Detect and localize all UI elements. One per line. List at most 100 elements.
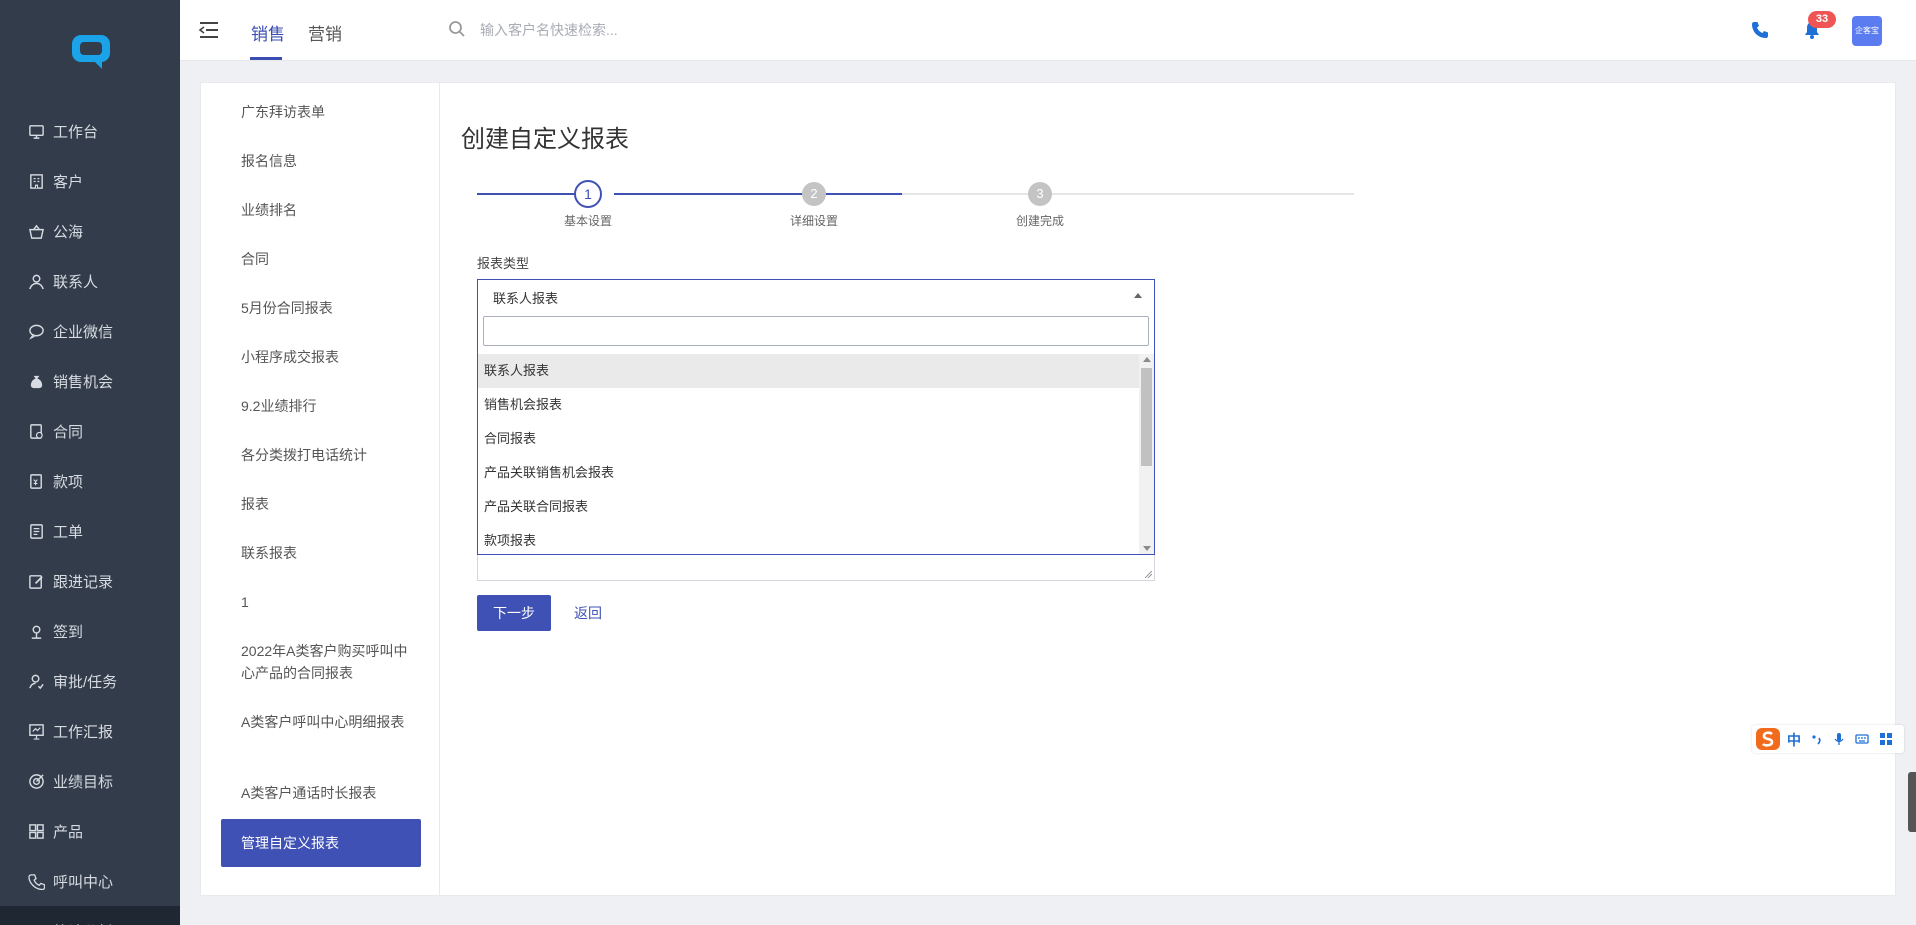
sidebar-item[interactable]: 工作台: [0, 106, 180, 156]
dropdown-option[interactable]: 产品关联合同报表: [478, 490, 1139, 524]
person-icon: [27, 272, 45, 290]
scroll-up-icon[interactable]: [1143, 357, 1151, 362]
chat-icon: [27, 322, 45, 340]
edit-icon: [27, 572, 45, 590]
sidebar-item[interactable]: 产品: [0, 806, 180, 856]
customer-search-input[interactable]: [480, 18, 800, 42]
microphone-icon[interactable]: [1832, 732, 1846, 746]
dropdown-option[interactable]: 联系人报表: [478, 354, 1139, 388]
ticket-icon: [27, 522, 45, 540]
report-item[interactable]: 广东拜访表单: [241, 101, 411, 123]
avatar[interactable]: 企客宝: [1852, 16, 1882, 46]
sidebar-item[interactable]: 客户: [0, 156, 180, 206]
report-type-select[interactable]: 联系人报表: [477, 279, 1155, 309]
step-2-indicator: 2: [802, 182, 826, 206]
basket-icon: [27, 222, 45, 240]
dropdown-scrollbar[interactable]: [1139, 354, 1154, 554]
sidebar-item[interactable]: 跟进记录: [0, 556, 180, 606]
sidebar-item[interactable]: 合同: [0, 406, 180, 456]
ime-mode-indicator[interactable]: 中: [1787, 730, 1801, 750]
active-tab-indicator: [250, 57, 282, 60]
tab-sales[interactable]: 销售: [251, 20, 285, 45]
keyboard-icon[interactable]: [1855, 732, 1869, 746]
sidebar-nav: 工作台客户公海联系人企业微信销售机会合同款项 工单跟进记录签到审批/任务工作汇报业…: [0, 106, 180, 925]
report-item[interactable]: 9.2业绩排行: [241, 395, 411, 417]
sidebar-item[interactable]: 企业微信: [0, 306, 180, 356]
contract-icon: [27, 422, 45, 440]
grid-icon: [27, 822, 45, 840]
report-item[interactable]: A类客户呼叫中心明细报表: [241, 711, 411, 733]
menu-collapse-icon[interactable]: [198, 20, 220, 40]
report-item[interactable]: 业绩排名: [241, 199, 411, 221]
sidebar-item[interactable]: 统计分析: [0, 906, 180, 925]
sidebar-item-label: 公海: [53, 223, 84, 241]
sidebar-item-label: 联系人: [53, 273, 99, 291]
payment-icon: [27, 472, 45, 490]
phone-icon: [27, 872, 45, 890]
dropdown-option[interactable]: 合同报表: [478, 422, 1139, 456]
money-bag-icon: [27, 372, 45, 390]
report-item[interactable]: A类客户通话时长报表: [241, 782, 411, 804]
tab-marketing[interactable]: 营销: [308, 20, 342, 45]
report-item[interactable]: 1: [241, 591, 411, 613]
step-track-line: [902, 193, 1354, 195]
next-step-button[interactable]: 下一步: [477, 595, 551, 631]
sidebar-item[interactable]: 联系人: [0, 256, 180, 306]
building-icon: [27, 172, 45, 190]
dropdown-option[interactable]: 产品关联销售机会报表: [478, 456, 1139, 490]
report-item[interactable]: 小程序成交报表: [241, 346, 411, 368]
sidebar-item[interactable]: 款项: [0, 456, 180, 506]
report-item[interactable]: 2022年A类客户购买呼叫中心产品的合同报表: [241, 640, 411, 684]
scroll-down-icon[interactable]: [1143, 546, 1151, 551]
scrollbar-thumb[interactable]: [1141, 368, 1152, 466]
resize-grip-icon[interactable]: [1144, 570, 1152, 578]
dropdown-option[interactable]: 销售机会报表: [478, 388, 1139, 422]
step-3-indicator: 3: [1028, 182, 1052, 206]
dropdown-search-input[interactable]: [483, 316, 1149, 346]
back-link[interactable]: 返回: [574, 603, 602, 623]
step-3-label: 创建完成: [1015, 214, 1064, 228]
punctuation-icon[interactable]: [1810, 732, 1824, 746]
sidebar-item[interactable]: 业绩目标: [0, 756, 180, 806]
sidebar-item[interactable]: 销售机会: [0, 356, 180, 406]
report-item[interactable]: 各分类拨打电话统计: [241, 444, 411, 466]
sidebar-item-label: 合同: [53, 423, 84, 441]
notification-badge: 33: [1808, 11, 1836, 28]
dropdown-options: 联系人报表 销售机会报表 合同报表 产品关联销售机会报表 产品关联合同报表 款项…: [478, 354, 1139, 554]
step-progress-line: [477, 193, 588, 195]
sidebar-item[interactable]: 审批/任务: [0, 656, 180, 706]
report-item[interactable]: 5月份合同报表: [241, 297, 411, 319]
sidebar-item-label: 跟进记录: [53, 573, 114, 591]
description-textarea[interactable]: [477, 555, 1155, 581]
sogou-ime-logo-icon[interactable]: [1754, 726, 1782, 752]
report-icon: [27, 722, 45, 740]
manage-custom-reports-item[interactable]: 管理自定义报表: [221, 819, 421, 867]
sidebar-item-label: 销售机会: [53, 373, 114, 391]
search-icon: [449, 21, 465, 37]
step-progress-line: [614, 193, 902, 195]
phone-icon[interactable]: [1750, 20, 1770, 40]
report-item[interactable]: 报表: [241, 493, 411, 515]
approval-icon: [27, 672, 45, 690]
step-1-label: 基本设置: [563, 214, 612, 228]
sidebar-item-label: 工作汇报: [53, 723, 114, 741]
sidebar-item-label: 呼叫中心: [53, 873, 114, 891]
sidebar-item[interactable]: 公海: [0, 206, 180, 256]
dropdown-option[interactable]: 款项报表: [478, 524, 1139, 554]
sidebar-item-label: 工作台: [53, 123, 99, 141]
sidebar-item-label: 审批/任务: [53, 673, 118, 691]
edge-panel-handle[interactable]: [1908, 772, 1916, 832]
content-card: 广东拜访表单 报名信息 业绩排名 合同 5月份合同报表 小程序成交报表 9.2业…: [200, 82, 1896, 896]
sidebar-item[interactable]: 工作汇报: [0, 706, 180, 756]
report-item[interactable]: 联系报表: [241, 542, 411, 564]
toolbox-icon[interactable]: [1879, 732, 1893, 746]
report-item[interactable]: 合同: [241, 248, 411, 270]
sidebar-item-label: 业绩目标: [53, 773, 114, 791]
report-type-dropdown: 联系人报表 销售机会报表 合同报表 产品关联销售机会报表 产品关联合同报表 款项…: [477, 308, 1155, 555]
app-logo-icon[interactable]: [68, 32, 114, 70]
sidebar-item[interactable]: 呼叫中心: [0, 856, 180, 906]
report-item[interactable]: 报名信息: [241, 150, 411, 172]
sidebar-item[interactable]: 工单: [0, 506, 180, 556]
sidebar-item[interactable]: 签到: [0, 606, 180, 656]
step-2-label: 详细设置: [789, 214, 838, 228]
